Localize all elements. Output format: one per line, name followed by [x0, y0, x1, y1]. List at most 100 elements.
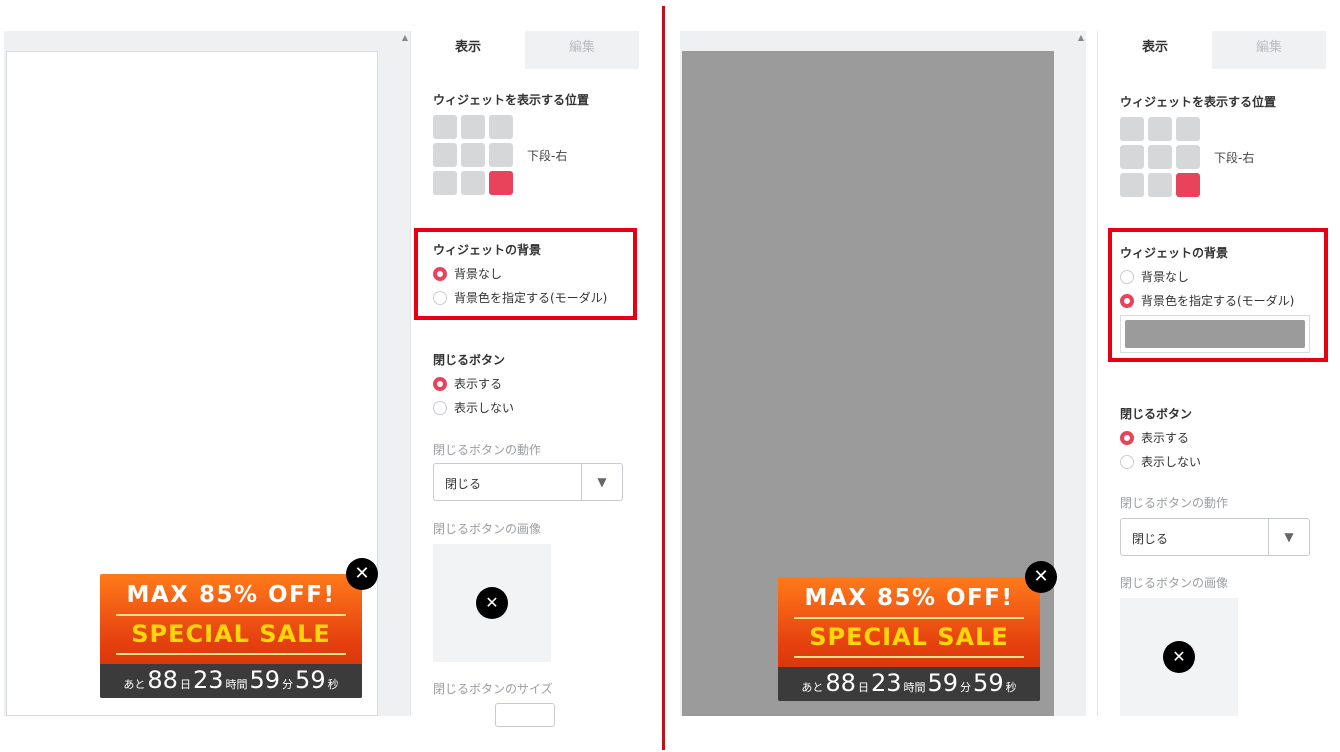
- sale-banner[interactable]: MAX 85% OFF! SPECIAL SALE あと 88 日 23 時間 …: [100, 574, 362, 698]
- position-cell-top-left[interactable]: [433, 115, 457, 139]
- close-image-preview[interactable]: ✕: [433, 544, 551, 662]
- background-color-picker[interactable]: [1120, 315, 1310, 353]
- tab-edit[interactable]: 編集: [525, 31, 639, 69]
- position-value: 下段-右: [527, 149, 568, 163]
- radio-background-none[interactable]: 背景なし: [1120, 268, 1189, 285]
- position-cell-middle-center[interactable]: [461, 143, 485, 167]
- position-cell-middle-right[interactable]: [489, 143, 513, 167]
- close-action-label: 閉じるボタンの動作: [1120, 496, 1229, 510]
- radio-dot: [433, 290, 447, 305]
- position-label: ウィジェットを表示する位置: [1120, 95, 1277, 109]
- position-cell-top-right[interactable]: [489, 115, 513, 139]
- position-cell-top-center[interactable]: [1148, 117, 1172, 141]
- countdown-minutes-unit: 分: [960, 681, 972, 694]
- radio-background-color[interactable]: 背景色を指定する(モーダル): [1120, 292, 1294, 309]
- position-label: ウィジェットを表示する位置: [433, 93, 590, 107]
- radio-label: 表示する: [454, 377, 503, 391]
- position-cell-bottom-center[interactable]: [461, 171, 485, 195]
- sale-banner[interactable]: MAX 85% OFF! SPECIAL SALE あと 88 日 23 時間 …: [778, 577, 1040, 701]
- countdown-days: 88: [147, 666, 178, 694]
- close-size-input[interactable]: [495, 703, 555, 727]
- countdown-days-unit: 日: [857, 681, 869, 694]
- settings-panel: 表示 編集 ウィジェットを表示する位置 下段-右 ウィジェットの背景 背景なし …: [410, 31, 639, 727]
- countdown: あと 88 日 23 時間 59 分 59 秒: [100, 664, 362, 698]
- background-label: ウィジェットの背景: [433, 243, 542, 257]
- radio-label: 背景色を指定する(モーダル): [1141, 294, 1295, 308]
- countdown-hours-unit: 時間: [225, 678, 248, 691]
- radio-close-show[interactable]: 表示する: [433, 375, 502, 392]
- tab-display[interactable]: 表示: [411, 31, 525, 69]
- close-image-label: 閉じるボタンの画像: [1120, 576, 1229, 590]
- close-button-label: 閉じるボタン: [433, 353, 506, 367]
- position-value: 下段-右: [1214, 151, 1255, 165]
- banner-headline: MAX 85% OFF!: [804, 585, 1014, 611]
- chevron-down-icon[interactable]: ▼: [1268, 519, 1309, 555]
- radio-close-hide[interactable]: 表示しない: [433, 399, 514, 416]
- right-screenshot: ▲ MAX 85% OFF! SPECIAL SALE あと 88 日 23 時…: [676, 0, 1336, 752]
- close-icon: ✕: [1163, 641, 1195, 673]
- close-button-label: 閉じるボタン: [1120, 407, 1193, 421]
- background-label: ウィジェットの背景: [1120, 246, 1229, 260]
- radio-label: 背景色を指定する(モーダル): [454, 291, 608, 305]
- close-action-select[interactable]: 閉じる ▼: [433, 463, 623, 501]
- panel-divider: [662, 6, 665, 750]
- radio-close-hide[interactable]: 表示しない: [1120, 453, 1201, 470]
- radio-dot: [1120, 269, 1134, 284]
- position-cell-middle-center[interactable]: [1148, 145, 1172, 169]
- position-cell-top-left[interactable]: [1120, 117, 1144, 141]
- radio-label: 表示する: [1141, 431, 1190, 445]
- scroll-up-icon[interactable]: ▲: [1078, 33, 1084, 42]
- preview-area: ▲ MAX 85% OFF! SPECIAL SALE あと 88 日 23 時…: [4, 31, 410, 716]
- countdown: あと 88 日 23 時間 59 分 59 秒: [778, 667, 1040, 701]
- settings-panel: 表示 編集 ウィジェットを表示する位置 下段-右 ウィジェットの背景 背景なし …: [1097, 31, 1328, 716]
- close-action-label: 閉じるボタンの動作: [433, 443, 542, 457]
- close-action-select[interactable]: 閉じる ▼: [1120, 518, 1310, 556]
- radio-label: 背景なし: [1141, 270, 1190, 284]
- position-cell-bottom-center[interactable]: [1148, 173, 1172, 197]
- position-cell-bottom-right[interactable]: [489, 171, 513, 195]
- banner-divider-bottom: [794, 656, 1024, 658]
- close-image-label: 閉じるボタンの画像: [433, 522, 542, 536]
- close-action-value: 閉じる: [1132, 532, 1169, 546]
- countdown-seconds: 59: [295, 666, 326, 694]
- radio-close-show[interactable]: 表示する: [1120, 429, 1189, 446]
- close-icon: ✕: [476, 587, 508, 619]
- radio-label: 表示しない: [1141, 455, 1202, 469]
- position-cell-top-center[interactable]: [461, 115, 485, 139]
- radio-dot: [1120, 454, 1134, 469]
- banner-headline: MAX 85% OFF!: [126, 582, 336, 608]
- tab-edit[interactable]: 編集: [1212, 31, 1326, 69]
- position-cell-bottom-left[interactable]: [433, 171, 457, 195]
- radio-dot: [433, 400, 447, 415]
- radio-dot: [433, 376, 447, 391]
- close-icon[interactable]: ✕: [1025, 561, 1057, 593]
- countdown-minutes: 59: [927, 669, 959, 697]
- scroll-up-icon[interactable]: ▲: [402, 33, 408, 42]
- countdown-hours: 23: [192, 666, 224, 694]
- position-cell-middle-right[interactable]: [1176, 145, 1200, 169]
- position-grid: [1120, 117, 1200, 197]
- position-cell-bottom-left[interactable]: [1120, 173, 1144, 197]
- radio-background-none[interactable]: 背景なし: [433, 265, 502, 282]
- tab-display[interactable]: 表示: [1098, 31, 1212, 69]
- close-image-preview[interactable]: ✕: [1120, 598, 1238, 716]
- banner-subline: SPECIAL SALE: [131, 620, 331, 648]
- radio-dot: [1120, 293, 1134, 308]
- countdown-minutes: 59: [249, 666, 281, 694]
- countdown-minutes-unit: 分: [282, 678, 294, 691]
- close-icon[interactable]: ✕: [346, 558, 378, 590]
- position-cell-middle-left[interactable]: [433, 143, 457, 167]
- position-cell-top-right[interactable]: [1176, 117, 1200, 141]
- close-size-label: 閉じるボタンのサイズ: [433, 682, 553, 696]
- radio-label: 表示しない: [454, 401, 515, 415]
- countdown-seconds-unit: 秒: [327, 678, 339, 691]
- countdown-seconds: 59: [973, 669, 1004, 697]
- radio-background-color[interactable]: 背景色を指定する(モーダル): [433, 289, 607, 306]
- position-cell-middle-left[interactable]: [1120, 145, 1144, 169]
- banner-subline: SPECIAL SALE: [809, 623, 1009, 651]
- close-action-value: 閉じる: [445, 477, 482, 491]
- chevron-down-icon[interactable]: ▼: [581, 464, 622, 500]
- background-color-swatch[interactable]: [1125, 320, 1305, 348]
- preview-area: ▲ MAX 85% OFF! SPECIAL SALE あと 88 日 23 時…: [680, 31, 1086, 716]
- position-cell-bottom-right[interactable]: [1176, 173, 1200, 197]
